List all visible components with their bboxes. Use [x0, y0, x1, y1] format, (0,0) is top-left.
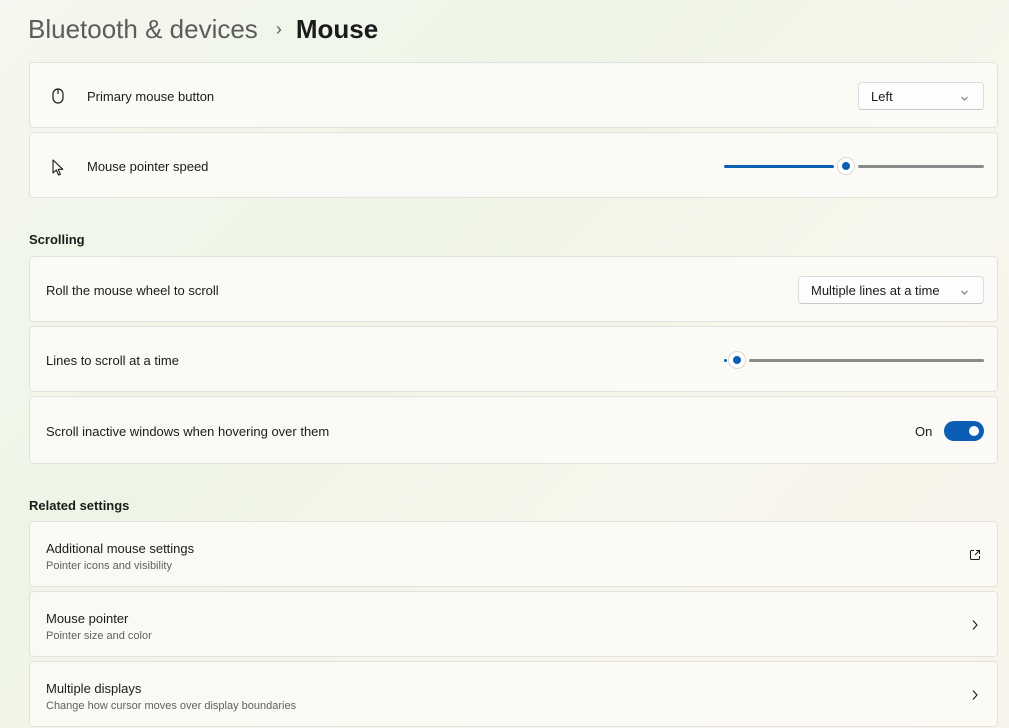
scroll-inactive-toggle[interactable] [944, 421, 984, 441]
related-item-title: Additional mouse settings [46, 541, 195, 556]
mouse-pointer-speed-card: Mouse pointer speed [29, 132, 998, 198]
primary-mouse-button-dropdown[interactable]: Left [858, 82, 984, 110]
breadcrumb-parent-link[interactable]: Bluetooth & devices [28, 14, 258, 45]
primary-mouse-button-card: Primary mouse button Left [29, 62, 998, 128]
chevron-right-icon [970, 619, 980, 631]
chevron-right-icon [970, 689, 980, 701]
primary-mouse-button-label: Primary mouse button [87, 89, 215, 104]
mouse-icon [50, 87, 66, 105]
toggle-knob [969, 426, 979, 436]
scroll-inactive-card: Scroll inactive windows when hovering ov… [29, 396, 998, 464]
slider-thumb[interactable] [729, 352, 745, 368]
mouse-pointer-speed-label: Mouse pointer speed [87, 159, 209, 174]
related-item-title: Multiple displays [46, 681, 142, 696]
lines-to-scroll-label: Lines to scroll at a time [46, 353, 179, 368]
related-item-mouse-pointer[interactable]: Mouse pointer Pointer size and color [29, 591, 998, 657]
breadcrumb-separator: › [275, 18, 282, 39]
open-external-icon [968, 548, 982, 562]
chevron-down-icon [960, 91, 969, 106]
lines-to-scroll-slider[interactable] [724, 350, 984, 370]
related-item-subtitle: Pointer icons and visibility [46, 560, 172, 572]
primary-mouse-button-value: Left [871, 88, 893, 104]
roll-wheel-value: Multiple lines at a time [811, 282, 940, 298]
chevron-down-icon [960, 285, 969, 300]
lines-to-scroll-card: Lines to scroll at a time [29, 326, 998, 392]
related-item-subtitle: Pointer size and color [46, 630, 152, 642]
related-item-title: Mouse pointer [46, 611, 129, 626]
related-item-additional-mouse-settings[interactable]: Additional mouse settings Pointer icons … [29, 521, 998, 587]
slider-track [858, 165, 984, 168]
cursor-arrow-icon [50, 158, 66, 176]
scroll-inactive-label: Scroll inactive windows when hovering ov… [46, 424, 330, 439]
toggle-state-text: On [915, 424, 933, 439]
related-item-multiple-displays[interactable]: Multiple displays Change how cursor move… [29, 661, 998, 727]
breadcrumb: Bluetooth & devices › Mouse [28, 12, 378, 46]
scrolling-section-title: Scrolling [29, 232, 85, 247]
slider-fill [724, 165, 834, 168]
slider-thumb[interactable] [838, 158, 854, 174]
roll-wheel-card: Roll the mouse wheel to scroll Multiple … [29, 256, 998, 322]
related-item-subtitle: Change how cursor moves over display bou… [46, 700, 297, 712]
roll-wheel-dropdown[interactable]: Multiple lines at a time [798, 276, 984, 304]
slider-track [749, 359, 984, 362]
slider-fill [724, 359, 727, 362]
page-title: Mouse [295, 13, 379, 44]
related-settings-title: Related settings [29, 498, 130, 513]
mouse-pointer-speed-slider[interactable] [724, 156, 984, 176]
roll-wheel-label: Roll the mouse wheel to scroll [46, 283, 219, 298]
